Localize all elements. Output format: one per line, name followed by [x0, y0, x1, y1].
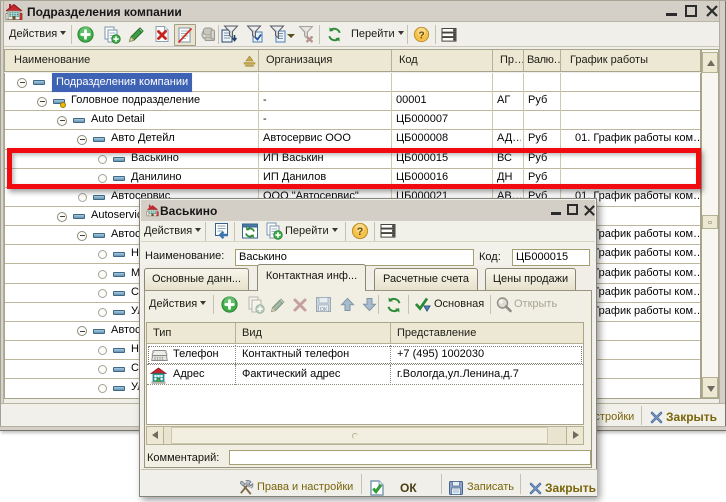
- svg-text:?: ?: [418, 30, 424, 41]
- svg-text:?: ?: [357, 226, 364, 238]
- svg-text:ОК: ОК: [320, 307, 328, 313]
